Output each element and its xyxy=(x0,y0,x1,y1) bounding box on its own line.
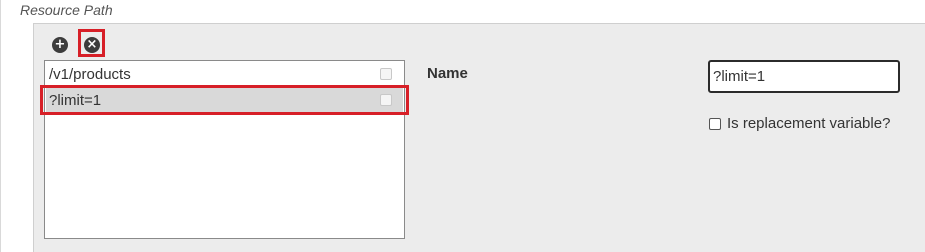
replacement-variable-option[interactable]: Is replacement variable? xyxy=(709,115,890,132)
section-border xyxy=(0,0,1,252)
plus-circle-icon[interactable]: + xyxy=(52,37,68,53)
selected-row-highlight xyxy=(40,85,409,115)
name-label: Name xyxy=(427,65,468,82)
list-item-checkbox[interactable] xyxy=(380,68,392,80)
remove-button-highlight xyxy=(78,29,105,57)
replacement-variable-checkbox[interactable] xyxy=(709,117,721,130)
section-title: Resource Path xyxy=(20,2,113,18)
name-field[interactable] xyxy=(708,60,900,93)
list-item[interactable]: /v1/products xyxy=(46,62,403,87)
resource-path-section: Resource Path + × /v1/products ?limit=1 … xyxy=(0,0,925,252)
replacement-variable-label: Is replacement variable? xyxy=(727,115,891,132)
list-item-label: /v1/products xyxy=(49,66,131,83)
